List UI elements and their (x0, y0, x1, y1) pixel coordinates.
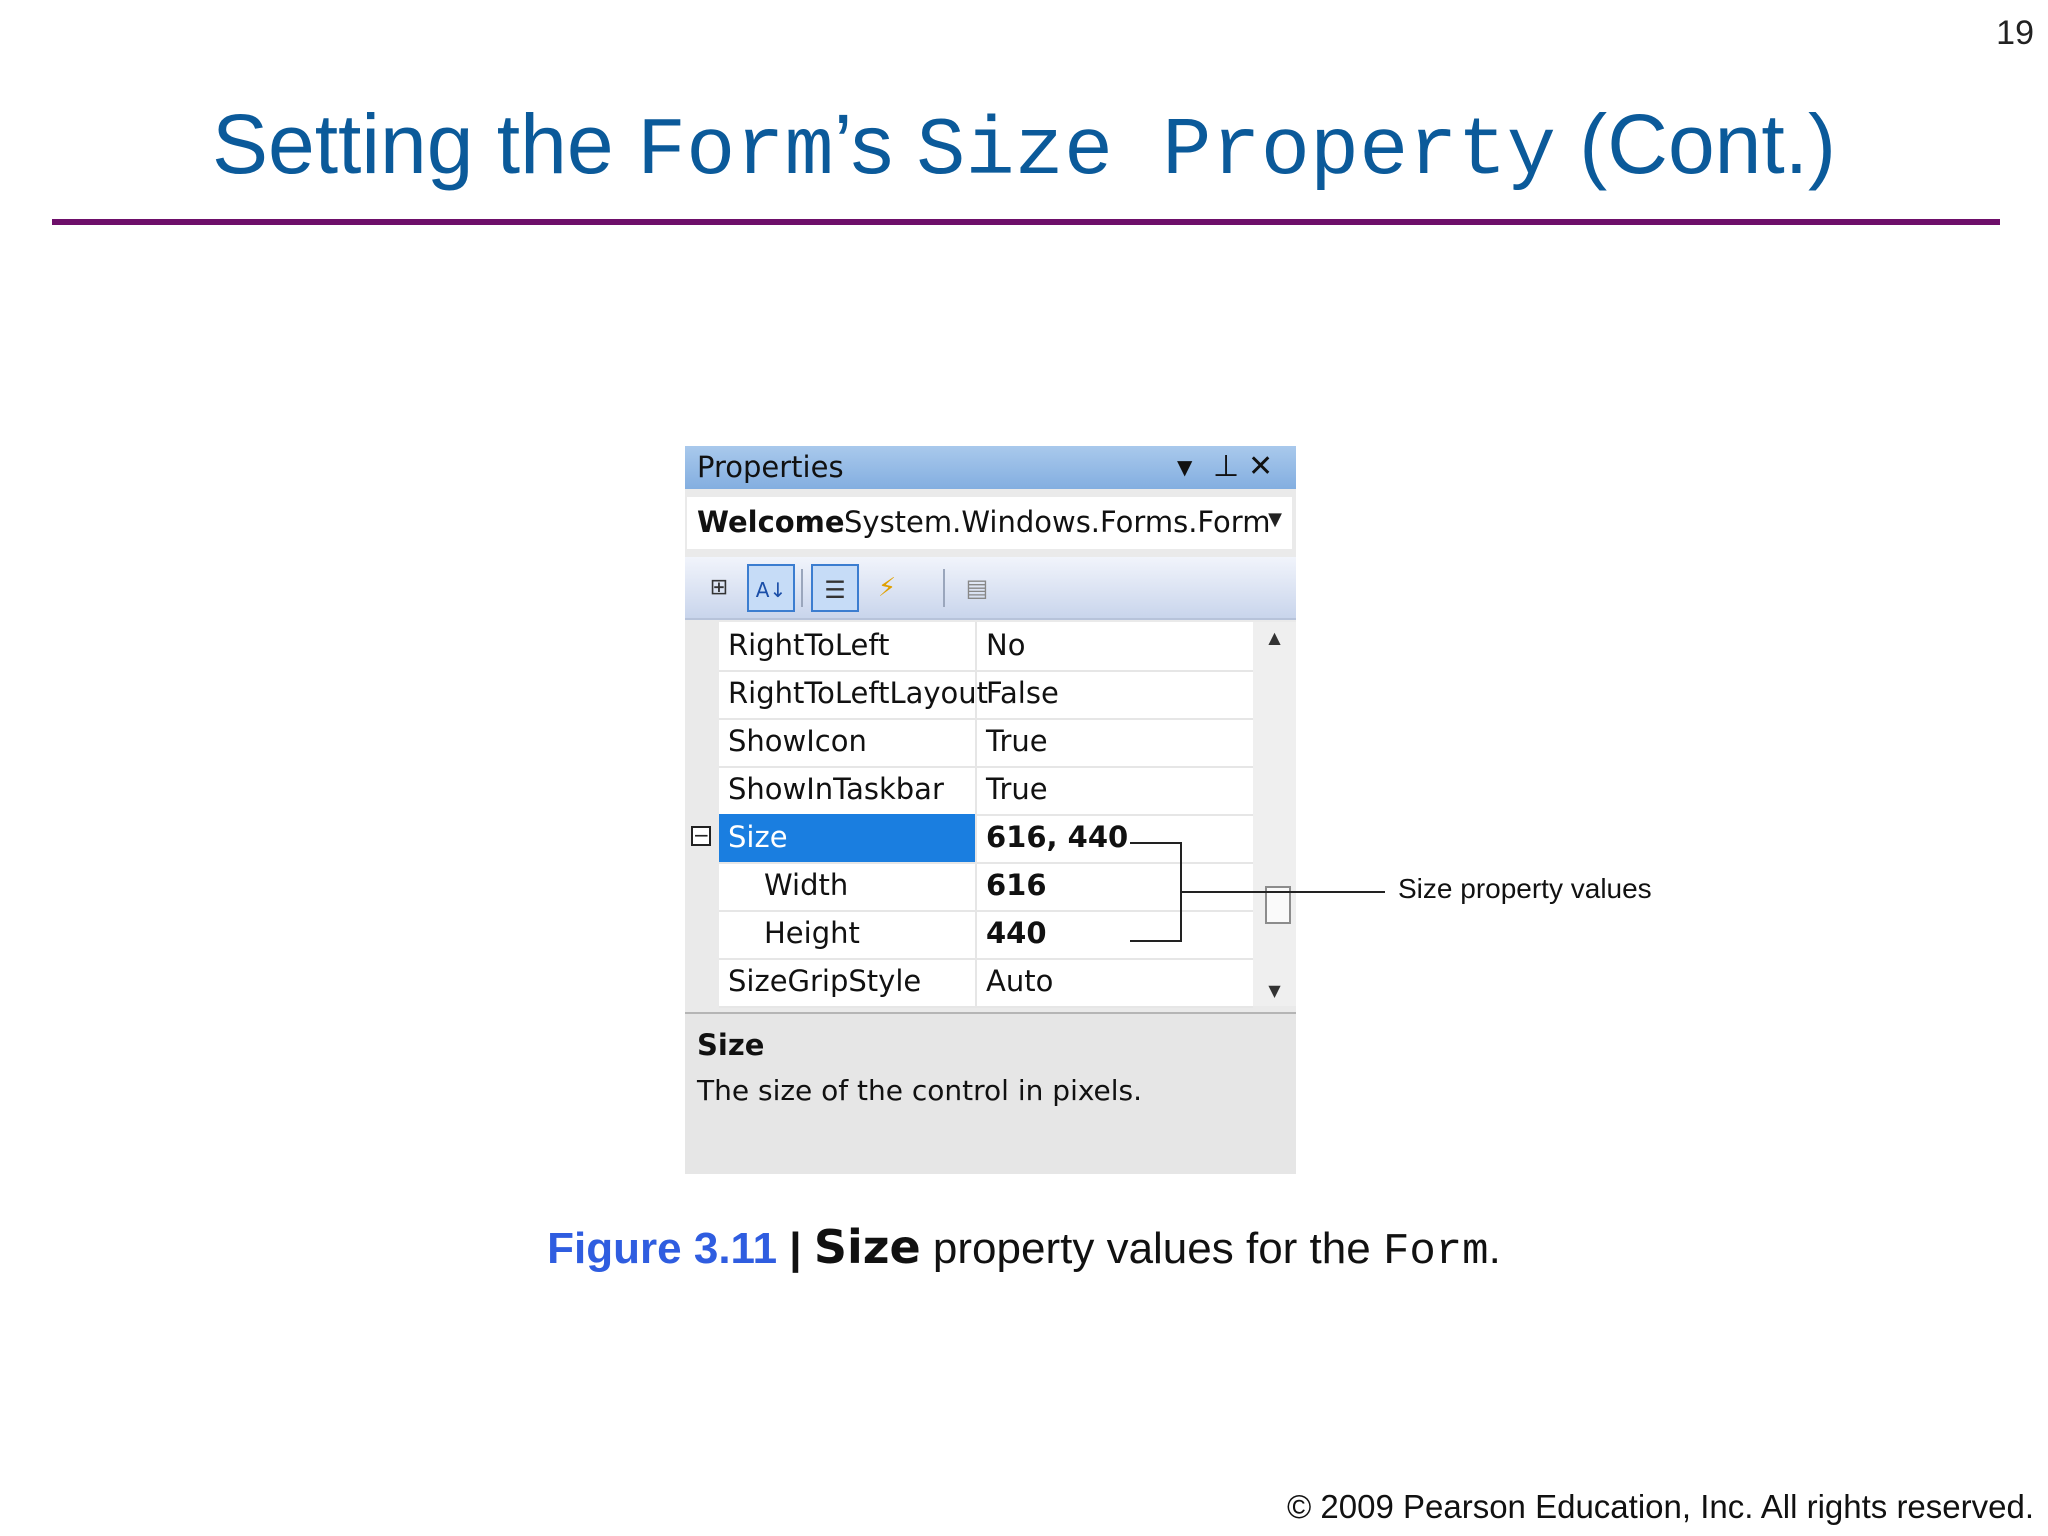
callout-label: Size property values (1398, 873, 1652, 904)
figure-label: Figure 3.11 (547, 1224, 778, 1273)
figure-text: property values for the (920, 1224, 1383, 1273)
figure-code: Form (1382, 1227, 1489, 1277)
copyright-notice: © 2009 Pearson Education, Inc. All right… (1286, 1488, 2034, 1525)
figure-separator: | (777, 1224, 814, 1273)
figure-caption: Figure 3.11 | Size property values for t… (0, 1220, 2048, 1277)
callout-bracket-line (1130, 842, 1182, 942)
callout-bracket (1130, 842, 1385, 942)
figure-property-name: Size (813, 1220, 921, 1274)
figure-end: . (1488, 1224, 1501, 1273)
